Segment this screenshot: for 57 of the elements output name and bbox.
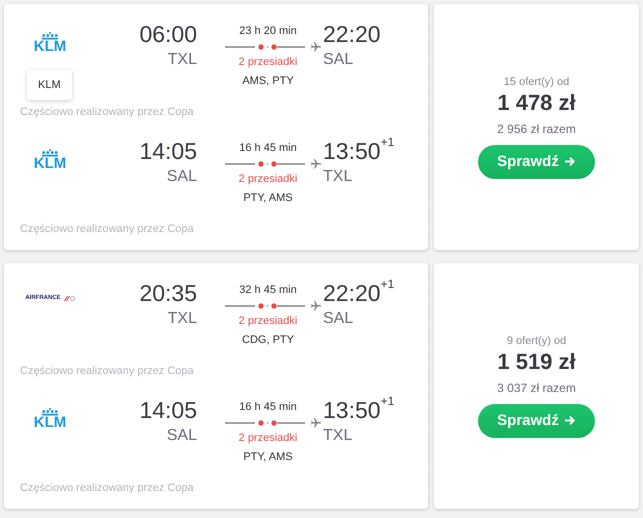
departure-airport: SAL	[166, 426, 197, 446]
airline-logo: KLM	[34, 157, 66, 171]
crown-icon	[39, 32, 61, 40]
operator-note: Częściowo realizowany przez Copa	[20, 365, 195, 377]
offers-count: 15 ofert(y) od	[504, 76, 570, 88]
price: 1 478 zł	[497, 90, 576, 116]
plane-icon	[310, 417, 322, 429]
arrival-airport: TXL	[323, 167, 354, 187]
departure-time: 14:05	[139, 137, 197, 165]
plane-icon	[310, 41, 322, 53]
crown-icon	[39, 149, 61, 157]
flight-duration: 16 h 45 min	[239, 400, 297, 414]
check-button[interactable]: Sprawdź	[478, 404, 595, 438]
departure-time: 14:05	[139, 396, 197, 424]
departure-time: 20:35	[139, 279, 197, 307]
flight-duration: 32 h 45 min	[239, 283, 297, 297]
total-price: 2 956 zł razem	[497, 122, 576, 136]
stopover-airports: CDG, PTY	[242, 333, 294, 347]
plane-icon	[310, 158, 322, 170]
airline-logo: KLM	[34, 416, 66, 430]
plane-icon	[310, 300, 322, 312]
stopover-airports: AMS, PTY	[242, 74, 294, 88]
tooltip: KLM	[27, 70, 72, 100]
stopover-airports: PTY, AMS	[243, 191, 293, 205]
stopover-airports: PTY, AMS	[243, 450, 293, 464]
offers-count: 9 ofert(y) od	[506, 334, 566, 346]
arrival-airport: TXL	[323, 426, 354, 446]
arrival-airport: SAL	[323, 50, 354, 70]
arrival-time: 22:20	[323, 279, 381, 307]
departure-airport: TXL	[168, 309, 197, 329]
arrow-right-icon	[564, 156, 576, 167]
departure-airport: TXL	[168, 50, 197, 70]
arrow-right-icon	[564, 415, 576, 426]
airline-logo: KLM	[34, 40, 66, 54]
operator-note: Częściowo realizowany przez Copa	[20, 482, 195, 494]
operator-note: Częściowo realizowany przez Copa	[20, 223, 195, 235]
arrival-time: 13:50	[323, 137, 381, 165]
flight-duration: 16 h 45 min	[239, 141, 297, 155]
day-offset: +1	[380, 394, 394, 408]
day-offset: +1	[380, 277, 394, 291]
stops-label: 2 przesiadki	[238, 431, 298, 445]
departure-airport: SAL	[166, 167, 197, 187]
operator-note: Częściowo realizowany przez Copa	[20, 106, 195, 118]
arrival-airport: SAL	[323, 309, 354, 329]
day-offset: +1	[380, 135, 394, 149]
departure-time: 06:00	[139, 20, 197, 48]
total-price: 3 037 zł razem	[497, 380, 576, 394]
crown-icon	[39, 408, 61, 416]
arrival-time: 22:20	[323, 20, 381, 48]
stripes-icon	[62, 296, 75, 300]
check-button[interactable]: Sprawdź	[478, 144, 595, 178]
stops-label: 2 przesiadki	[238, 172, 298, 186]
arrival-time: 13:50	[323, 396, 381, 424]
stops-label: 2 przesiadki	[238, 55, 298, 69]
stops-label: 2 przesiadki	[238, 314, 298, 328]
flight-duration: 23 h 20 min	[239, 24, 297, 38]
price: 1 519 zł	[497, 348, 576, 374]
